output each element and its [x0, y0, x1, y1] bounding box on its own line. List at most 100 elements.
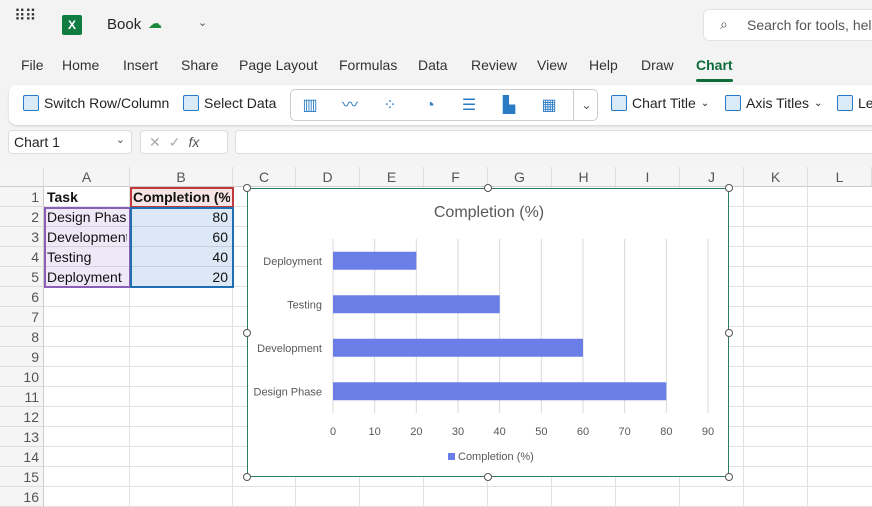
cell-B2[interactable]: 80 [131, 207, 230, 227]
chart-1[interactable]: Completion (%) 0 10 20 30 40 50 60 70 80 90 Design … [243, 184, 733, 481]
row-header-3[interactable]: 3 [0, 227, 44, 247]
select-data-label: Select Data [204, 95, 277, 111]
column-header-J[interactable]: J [680, 167, 744, 187]
column-header-D[interactable]: D [296, 167, 360, 187]
row-header-15[interactable]: 15 [0, 467, 44, 487]
column-header-G[interactable]: G [488, 167, 552, 187]
select-all-corner[interactable] [0, 167, 44, 187]
column-header-I[interactable]: I [616, 167, 680, 187]
legend-icon [837, 95, 853, 111]
column-header-H[interactable]: H [552, 167, 616, 187]
cell-B1[interactable]: Completion (%) [131, 187, 230, 207]
column-gridline [743, 187, 744, 507]
switch-label: Switch Row/Column [44, 95, 170, 111]
more-charts-chevron-icon[interactable]: ⌄ [573, 90, 599, 120]
combo-chart-icon[interactable]: ▦ [538, 96, 560, 116]
tab-data[interactable]: Data [418, 57, 448, 73]
x-tick-label: 10 [369, 426, 381, 438]
resize-handle[interactable] [243, 184, 251, 192]
x-tick-label: 40 [494, 426, 506, 438]
legend-label: Completion (%) [458, 451, 534, 463]
x-tick-label: 50 [535, 426, 547, 438]
tab-page-layout[interactable]: Page Layout [239, 57, 318, 73]
resize-handle[interactable] [243, 473, 251, 481]
column-header-K[interactable]: K [744, 167, 808, 187]
row-header-10[interactable]: 10 [0, 367, 44, 387]
select-data-icon [183, 95, 199, 111]
fx-icon[interactable]: fx [188, 134, 199, 150]
cell-A5[interactable]: Deployment [45, 267, 127, 287]
resize-handle[interactable] [243, 328, 251, 337]
tab-help[interactable]: Help [589, 57, 618, 73]
chart-title-button[interactable]: Chart Title ⌄ [611, 95, 709, 111]
axis-titles-icon [725, 95, 741, 111]
resize-handle[interactable] [725, 473, 733, 481]
resize-handle[interactable] [725, 184, 733, 192]
cell-B5[interactable]: 20 [131, 267, 230, 287]
pie-chart-icon[interactable]: ◔ [419, 96, 441, 116]
tab-file[interactable]: File [21, 57, 44, 73]
bar-testing [333, 295, 500, 314]
row-header-1[interactable]: 1 [0, 187, 44, 207]
column-header-L[interactable]: L [808, 167, 872, 187]
row-header-9[interactable]: 9 [0, 347, 44, 367]
cell-A4[interactable]: Testing [45, 247, 127, 267]
chart-title-label: Chart Title [632, 95, 696, 111]
row-header-7[interactable]: 7 [0, 307, 44, 327]
formula-input[interactable] [235, 130, 872, 154]
scatter-chart-icon[interactable]: ⁘ [379, 96, 401, 116]
line-chart-icon[interactable]: 〰 [339, 96, 361, 116]
search-icon: ⌕ [720, 16, 728, 32]
document-name[interactable]: Book [107, 16, 141, 33]
histogram-chart-icon[interactable]: ▙ [498, 96, 520, 116]
enter-icon[interactable]: ✓ [169, 134, 189, 150]
resize-handle[interactable] [725, 328, 733, 337]
column-header-F[interactable]: F [424, 167, 488, 187]
row-header-13[interactable]: 13 [0, 427, 44, 447]
name-box[interactable]: Chart 1 ⌄ [8, 130, 132, 154]
row-header-6[interactable]: 6 [0, 287, 44, 307]
row-header-4[interactable]: 4 [0, 247, 44, 267]
row-header-8[interactable]: 8 [0, 327, 44, 347]
resize-handle[interactable] [484, 473, 492, 481]
cancel-icon[interactable]: ✕ [149, 134, 169, 150]
tab-formulas[interactable]: Formulas [339, 57, 397, 73]
select-data-button[interactable]: Select Data [183, 95, 276, 111]
tab-draw[interactable]: Draw [641, 57, 674, 73]
x-tick-label: 90 [702, 426, 714, 438]
cell-A2[interactable]: Design Phase [45, 207, 127, 227]
axis-titles-button[interactable]: Axis Titles ⌄ [725, 95, 822, 111]
row-header-2[interactable]: 2 [0, 207, 44, 227]
row-header-12[interactable]: 12 [0, 407, 44, 427]
cell-B4[interactable]: 40 [131, 247, 230, 267]
row-gridline [44, 486, 872, 487]
y-category-label: Deployment [263, 256, 322, 268]
column-header-B[interactable]: B [130, 167, 233, 187]
row-header-5[interactable]: 5 [0, 267, 44, 287]
bar-chart-icon[interactable]: ☰ [458, 96, 480, 116]
column-header-E[interactable]: E [360, 167, 424, 187]
column-header-A[interactable]: A [44, 167, 130, 187]
tab-insert[interactable]: Insert [123, 57, 158, 73]
formula-actions: ✕✓fx [140, 130, 228, 154]
tab-review[interactable]: Review [471, 57, 517, 73]
row-header-16[interactable]: 16 [0, 487, 44, 507]
row-header-11[interactable]: 11 [0, 387, 44, 407]
tab-chart[interactable]: Chart [696, 57, 733, 82]
column-header-C[interactable]: C [233, 167, 296, 187]
tab-view[interactable]: View [537, 57, 567, 73]
cell-A3[interactable]: Development [45, 227, 127, 247]
resize-handle[interactable] [484, 184, 492, 192]
search-box[interactable]: ⌕ Search for tools, help [703, 9, 872, 41]
tab-share[interactable]: Share [181, 57, 218, 73]
cell-A1[interactable]: Task [45, 187, 127, 207]
cell-B3[interactable]: 60 [131, 227, 230, 247]
row-header-14[interactable]: 14 [0, 447, 44, 467]
app-launcher-icon[interactable]: ⠿⠿ [14, 9, 36, 25]
legend-button[interactable]: Le [837, 95, 872, 111]
column-chart-icon[interactable]: ▥ [299, 96, 321, 116]
tab-home[interactable]: Home [62, 57, 99, 73]
switch-row-column-button[interactable]: Switch Row/Column [23, 95, 169, 111]
chevron-down-icon[interactable]: ⌄ [198, 16, 207, 29]
search-placeholder: Search for tools, help [747, 17, 872, 33]
